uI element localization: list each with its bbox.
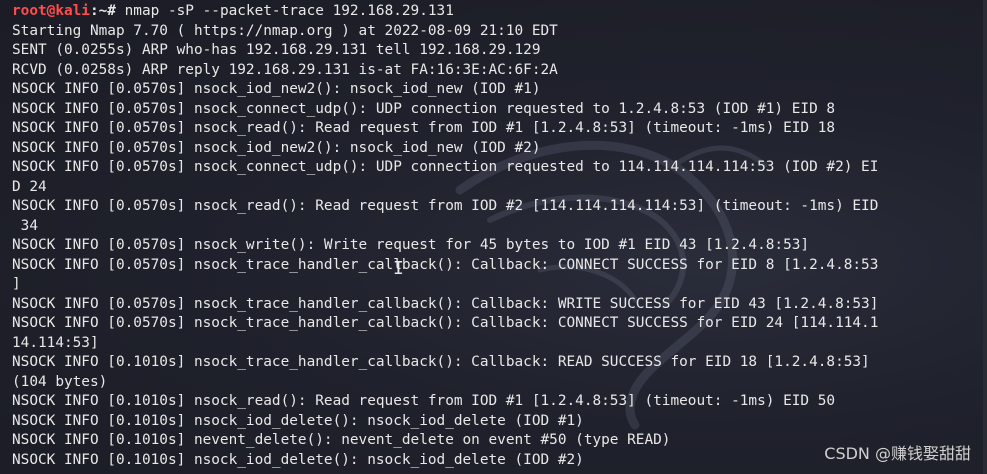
- command-text: nmap -sP --packet-trace 192.168.29.131: [115, 3, 454, 19]
- output-line: NSOCK INFO [0.1010s] nsock_trace_handler…: [12, 354, 870, 370]
- output-line: SENT (0.0255s) ARP who-has 192.168.29.13…: [12, 42, 541, 58]
- output-line: NSOCK INFO [0.0570s] nsock_write(): Writ…: [12, 237, 810, 253]
- output-line: 34: [12, 217, 38, 234]
- output-line: ]: [12, 276, 21, 292]
- output-line: NSOCK INFO [0.0570s] nsock_iod_new2(): n…: [12, 139, 541, 156]
- output-line: NSOCK INFO [0.0570s] nsock_connect_udp()…: [12, 159, 879, 175]
- output-line: Starting Nmap 7.70 ( https://nmap.org ) …: [12, 22, 558, 39]
- output-line: RCVD (0.0258s) ARP reply 192.168.29.131 …: [12, 61, 558, 78]
- output-line: NSOCK INFO [0.0570s] nsock_read(): Read …: [12, 120, 836, 136]
- prompt-path: :~#: [89, 3, 116, 19]
- scrollbar[interactable]: [983, 0, 987, 474]
- output-line: NSOCK INFO [0.1010s] nsock_read(): Read …: [12, 393, 836, 409]
- output-line: NSOCK INFO [0.0570s] nsock_trace_handler…: [12, 295, 879, 312]
- output-line: NSOCK INFO [0.0570s] nsock_iod_new2(): n…: [12, 81, 541, 97]
- prompt-user-host: root@kali: [12, 3, 90, 19]
- output-line: NSOCK INFO [0.0570s] nsock_read(): Read …: [12, 198, 879, 214]
- output-line: (104 bytes): [12, 373, 108, 390]
- watermark: CSDN @赚钱娶甜甜: [824, 444, 971, 463]
- command-line: root@kali:~# nmap -sP --packet-trace 192…: [12, 2, 987, 22]
- terminal-output: root@kali:~# nmap -sP --packet-trace 192…: [12, 2, 987, 470]
- output-line: NSOCK INFO [0.0570s] nsock_connect_udp()…: [12, 100, 836, 117]
- output-line: NSOCK INFO [0.1010s] nsock_iod_delete():…: [12, 412, 584, 429]
- output-line: NSOCK INFO [0.0570s] nsock_trace_handler…: [12, 315, 879, 331]
- terminal-window[interactable]: root@kali:~# nmap -sP --packet-trace 192…: [0, 0, 987, 474]
- output-line: D 24: [12, 178, 47, 195]
- output-line: 14.114:53]: [12, 334, 99, 351]
- output-line: NSOCK INFO [0.0570s] nsock_trace_handler…: [12, 256, 879, 273]
- text-cursor-icon: I: [393, 258, 404, 279]
